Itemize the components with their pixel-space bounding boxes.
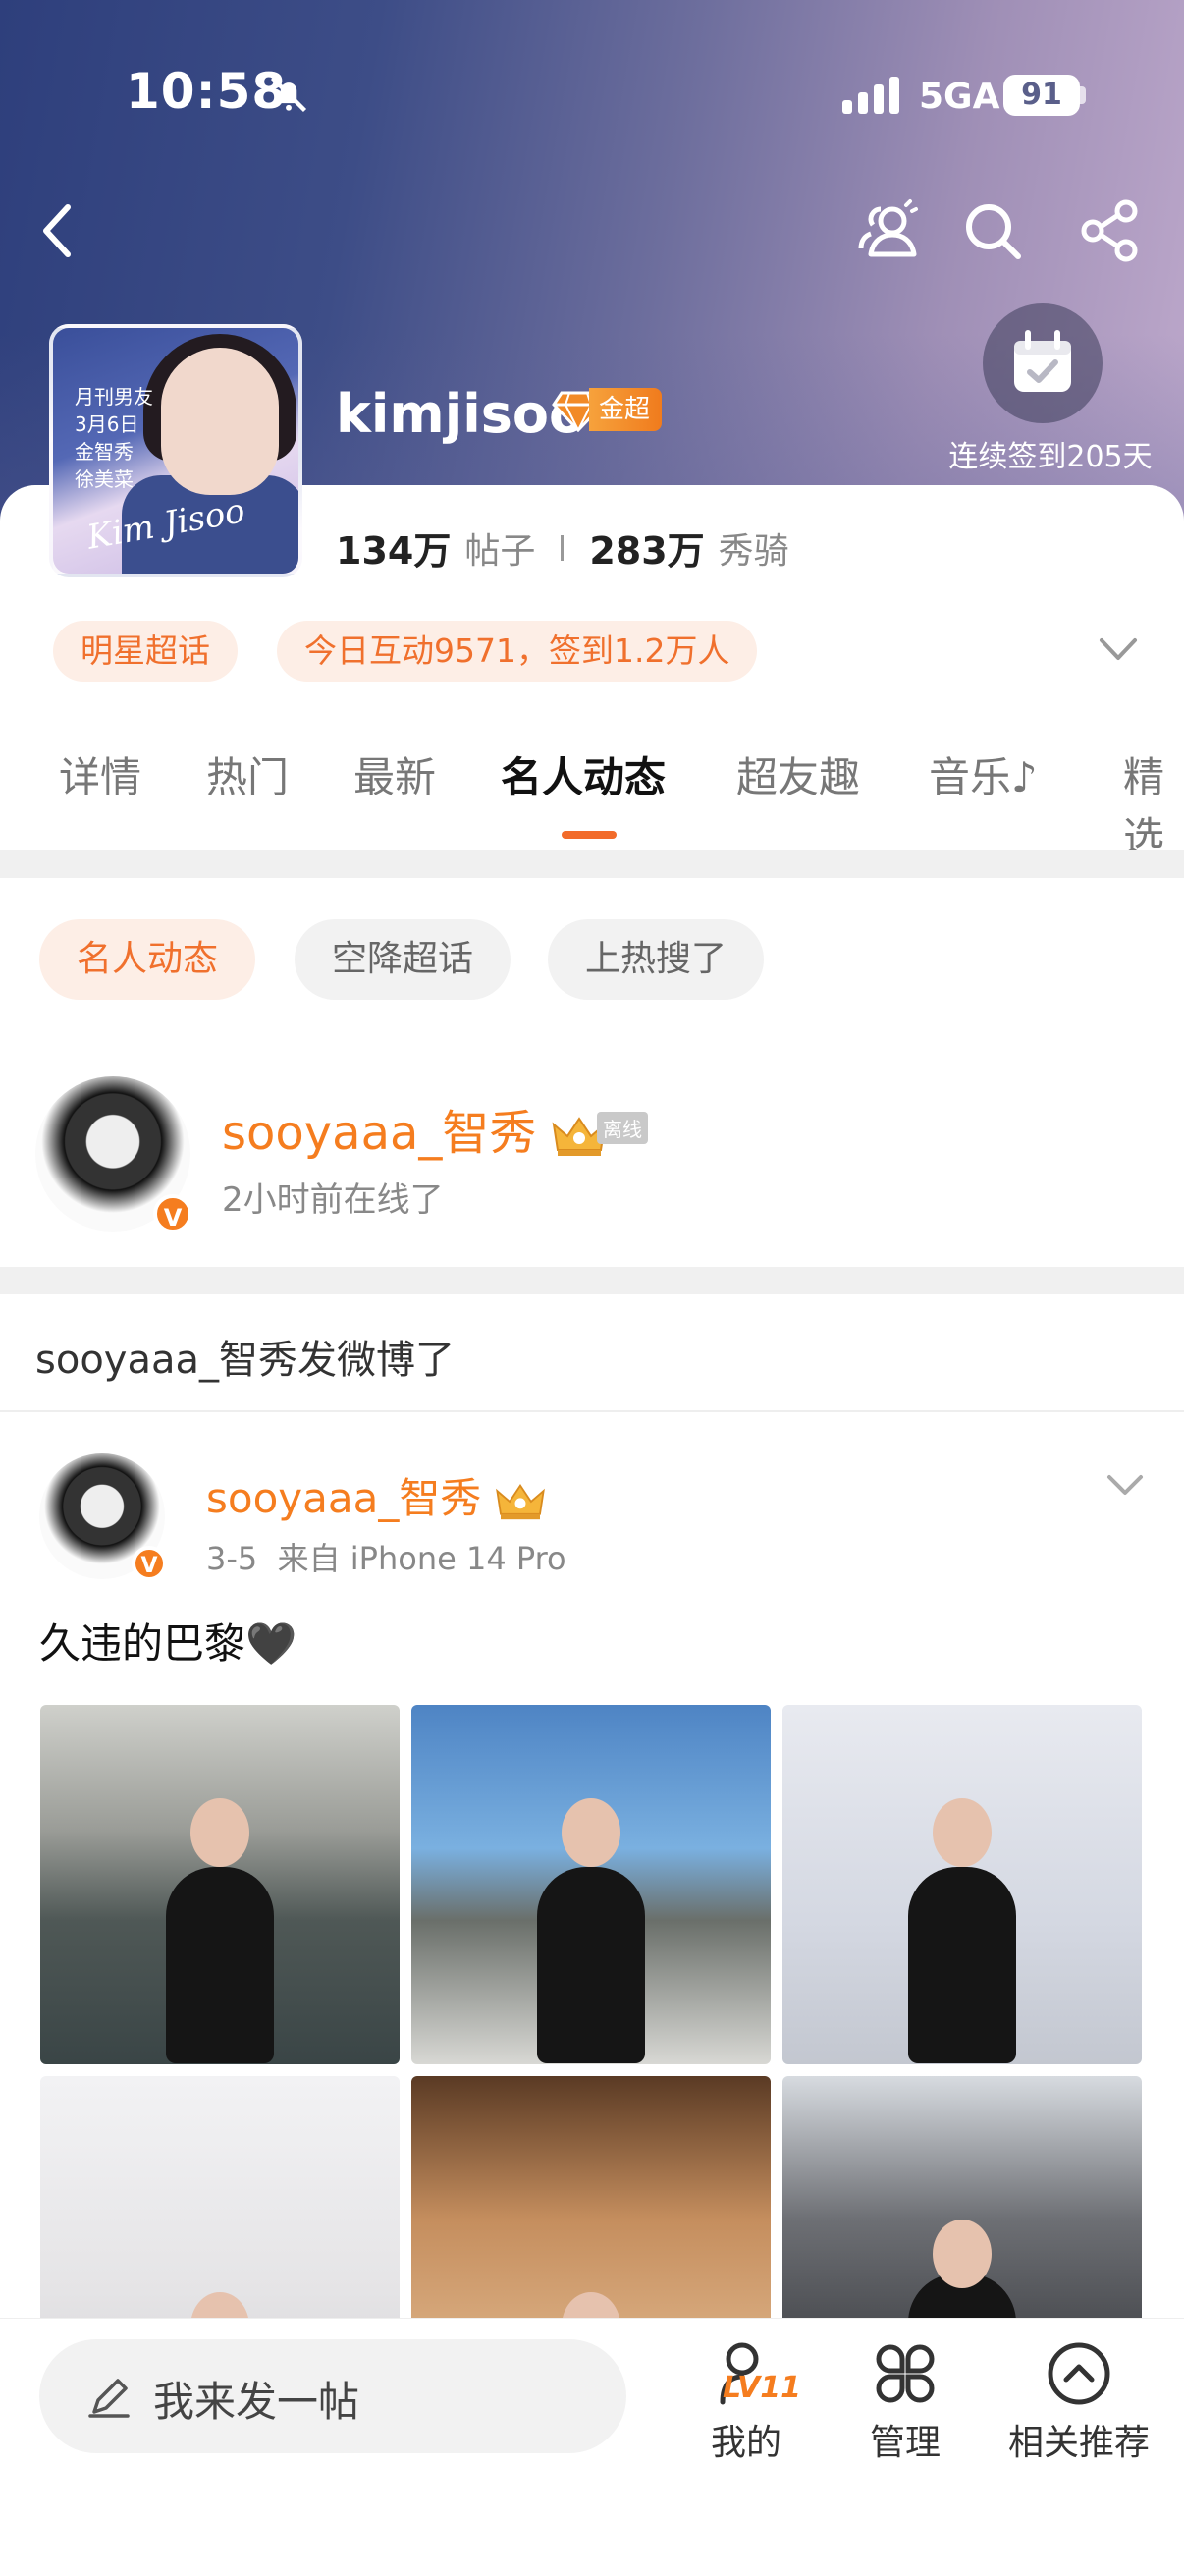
chevron-left-icon: [43, 204, 71, 257]
manage-label: 管理: [869, 2423, 941, 2463]
crown-icon: [495, 1483, 545, 1519]
post-date: 3-5: [206, 1540, 258, 1577]
checkin-button[interactable]: [983, 303, 1103, 423]
cellular-signal-icon: [842, 77, 899, 114]
activity-tag[interactable]: 今日互动9571，签到1.2万人: [277, 621, 758, 682]
tab-featured[interactable]: 精选: [1123, 744, 1184, 864]
tab-celebrity-updates[interactable]: 名人动态: [501, 744, 666, 804]
compose-placeholder: 我来发一帖: [153, 2378, 360, 2426]
checkin-streak: 连续签到205天: [948, 440, 1153, 474]
divider-line: [0, 1410, 1184, 1412]
last-online: 2小时前在线了: [222, 1180, 444, 1220]
verified-icon: V: [153, 1194, 192, 1233]
photo-head: [933, 2220, 992, 2289]
topic-tabs: 详情 热门 最新 名人动态 超友趣 音乐♪ 精选: [0, 744, 1184, 861]
filter-trending[interactable]: 上热搜了: [548, 919, 765, 1000]
post-source: 来自 iPhone 14 Pro: [277, 1540, 566, 1577]
filter-celebrity-updates[interactable]: 名人动态: [39, 919, 256, 1000]
members-button[interactable]: [854, 196, 923, 265]
stats-divider: [561, 534, 565, 561]
recommend-label: 相关推荐: [1007, 2423, 1150, 2463]
topic-title: kimjisoo: [336, 383, 586, 445]
bell-muted-icon: [270, 76, 307, 113]
fans-label: 秀骑: [718, 530, 789, 572]
photo-figure: [908, 1866, 1016, 2063]
section-divider: [0, 1267, 1184, 1294]
chevron-up-circle-icon: [1048, 2342, 1110, 2405]
celebrity-name-text: sooyaaa_智秀: [222, 1106, 537, 1161]
network-type: 5GA: [919, 77, 1000, 117]
share-icon: [1081, 199, 1138, 262]
topic-cover-image-front[interactable]: 月刊男友 3月6日 金智秀 徐美菜 Kim Jisoo: [49, 324, 302, 577]
tab-fun[interactable]: 超友趣: [736, 744, 860, 804]
back-button[interactable]: [24, 196, 92, 265]
search-icon: [966, 204, 1021, 259]
share-button[interactable]: [1076, 196, 1145, 265]
post-author-name[interactable]: sooyaaa_智秀: [206, 1465, 546, 1525]
manage-button[interactable]: 管理: [827, 2341, 984, 2465]
tab-latest[interactable]: 最新: [353, 744, 436, 804]
section-divider: [0, 850, 1184, 878]
topic-stats: 134万 帖子 283万 秀骑: [336, 521, 789, 575]
tab-details[interactable]: 详情: [59, 744, 141, 804]
filter-airdrop[interactable]: 空降超话: [295, 919, 511, 1000]
photo-head: [933, 1798, 992, 1868]
offline-badge: 离线: [597, 1112, 648, 1144]
manage-grid-icon: [876, 2344, 935, 2403]
search-button[interactable]: [958, 196, 1027, 265]
photo-head: [562, 1798, 620, 1868]
fans-count: 283万: [589, 529, 705, 573]
category-tag[interactable]: 明星超话: [53, 621, 238, 682]
post-photo-1[interactable]: [40, 1705, 400, 2064]
level-badge: LV11: [723, 2371, 801, 2405]
pencil-icon: [88, 2379, 130, 2418]
mine-label: 我的: [710, 2423, 781, 2463]
verified-icon: V: [132, 1546, 167, 1581]
post-menu-chevron-icon[interactable]: [1105, 1471, 1145, 1499]
related-recommend-button[interactable]: 相关推荐: [986, 2341, 1172, 2465]
post-text: 久违的巴黎🖤: [39, 1619, 297, 1668]
people-icon: [858, 199, 918, 257]
chevron-down-icon[interactable]: [1098, 634, 1139, 664]
posts-count: 134万: [336, 529, 452, 573]
tab-music[interactable]: 音乐♪: [929, 744, 1038, 804]
post-photo-2[interactable]: [411, 1705, 771, 2064]
celebrity-avatar[interactable]: V: [35, 1076, 192, 1233]
post-photo-3[interactable]: [782, 1705, 1142, 2064]
post-author-avatar[interactable]: V: [39, 1453, 167, 1581]
photo-head: [190, 1798, 249, 1868]
photo-figure: [537, 1866, 645, 2063]
tab-hot[interactable]: 热门: [206, 744, 289, 804]
cover-text: 月刊男友 3月6日 金智秀 徐美菜: [75, 385, 153, 491]
celebrity-name[interactable]: sooyaaa_智秀: [222, 1094, 607, 1163]
badge-label: 金超: [589, 388, 663, 431]
post-author-name-text: sooyaaa_智秀: [206, 1474, 482, 1522]
battery-level: 91: [1003, 75, 1080, 116]
post-meta: 3-5 来自 iPhone 14 Pro: [206, 1534, 566, 1579]
status-time: 10:58: [126, 63, 288, 120]
cover-face: [161, 348, 279, 495]
calendar-check-icon: [1014, 330, 1071, 392]
battery-tip-icon: [1080, 86, 1086, 104]
feed-notice: sooyaaa_智秀发微博了: [35, 1338, 455, 1383]
gold-topic-badge: 金超: [552, 387, 663, 432]
active-tab-indicator: [562, 831, 617, 839]
photo-figure: [166, 1866, 274, 2063]
posts-label: 帖子: [464, 530, 536, 572]
